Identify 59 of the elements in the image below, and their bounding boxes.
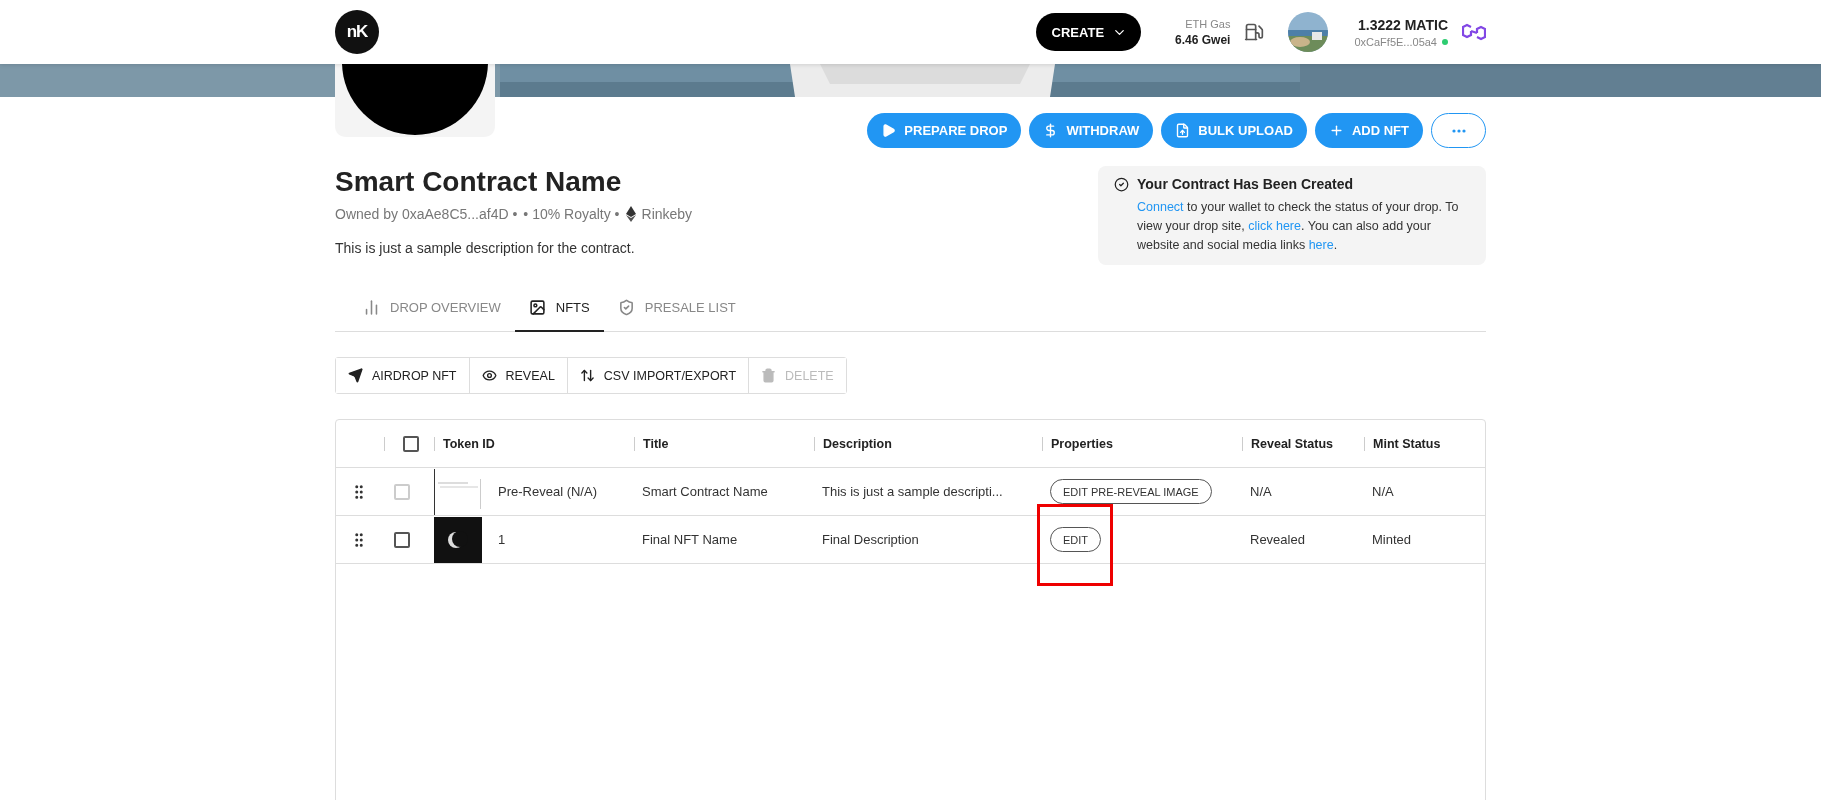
reveal-status: Revealed	[1249, 532, 1305, 547]
image-icon	[528, 299, 546, 316]
more-icon	[1451, 128, 1466, 133]
notice-title: Your Contract Has Been Created	[1137, 176, 1354, 192]
check-circle-icon	[1114, 177, 1129, 192]
send-icon	[348, 368, 363, 383]
action-button[interactable]: PREPARE DROP	[867, 113, 1022, 148]
chart-icon	[363, 299, 380, 316]
tab[interactable]: NFTS	[514, 285, 604, 332]
action-button[interactable]: ADD NFT	[1314, 113, 1423, 148]
logo[interactable]: nK	[335, 10, 379, 54]
nft-title: Smart Contract Name	[641, 484, 768, 499]
fuel-pump-icon	[1244, 22, 1265, 42]
chain-link-icon	[1462, 21, 1486, 43]
shield-icon	[617, 299, 635, 316]
column-header: Mint Status	[1373, 436, 1441, 451]
token-id: Pre-Reveal (N/A)	[497, 484, 597, 499]
balance: 1.3222 MATIC	[1358, 16, 1448, 33]
wallet-address: 0xCaFf5E...05a4	[1354, 35, 1437, 48]
network-name: Rinkeby	[641, 206, 693, 222]
eye-icon	[481, 368, 497, 383]
checkbox[interactable]	[394, 531, 410, 548]
contract-name: Smart Contract Name	[335, 166, 623, 198]
reveal-status: N/A	[1249, 484, 1272, 499]
nft-description: Final Description	[821, 532, 919, 547]
link[interactable]: click here	[1248, 219, 1301, 233]
trash-icon	[761, 368, 777, 383]
nft-description: This is just a sample descripti...	[821, 484, 1003, 499]
column-header: Title	[643, 436, 669, 451]
column-header: Token ID	[443, 436, 495, 451]
toolbar-button[interactable]: AIRDROP NFT	[336, 358, 470, 393]
tab[interactable]: DROP OVERVIEW	[349, 285, 515, 332]
notice-text: Connect to your wallet to check the status of your drop. To view your drop site, click here. You can also add your website and social media links here.	[1137, 199, 1460, 254]
token-id: 1	[497, 532, 506, 547]
link[interactable]: here	[1308, 238, 1334, 252]
sort-icon	[579, 368, 595, 383]
edit-button[interactable]: EDIT	[1050, 527, 1102, 552]
gas-value: 6.46 Gwei	[1175, 32, 1231, 47]
create-button[interactable]: CREATE	[1035, 13, 1142, 51]
nft-title: Final NFT Name	[641, 532, 738, 547]
owner-text: Owned by 0xaAe8C5...af4D •	[335, 206, 518, 222]
link[interactable]: Connect	[1137, 200, 1184, 214]
column-header: Description	[823, 436, 892, 451]
column-header: Reveal Status	[1251, 436, 1333, 451]
upload-icon	[1175, 123, 1191, 138]
more-button[interactable]	[1431, 113, 1486, 148]
mint-status: N/A	[1371, 484, 1394, 499]
tab[interactable]: PRESALE LIST	[603, 285, 750, 332]
plus-icon	[1328, 123, 1344, 138]
ethereum-icon	[625, 206, 636, 222]
play-icon	[881, 123, 897, 138]
column-header: Properties	[1051, 436, 1113, 451]
checkbox[interactable]	[403, 435, 419, 452]
action-button[interactable]: BULK UPLOAD	[1161, 113, 1307, 148]
gas-label: ETH Gas	[1185, 17, 1231, 30]
royalty-text: • 10% Royalty •	[523, 206, 620, 222]
mint-status: Minted	[1371, 532, 1412, 547]
action-button[interactable]: WITHDRAW	[1029, 113, 1154, 148]
contract-description: This is just a sample description for the contract.	[335, 240, 636, 256]
